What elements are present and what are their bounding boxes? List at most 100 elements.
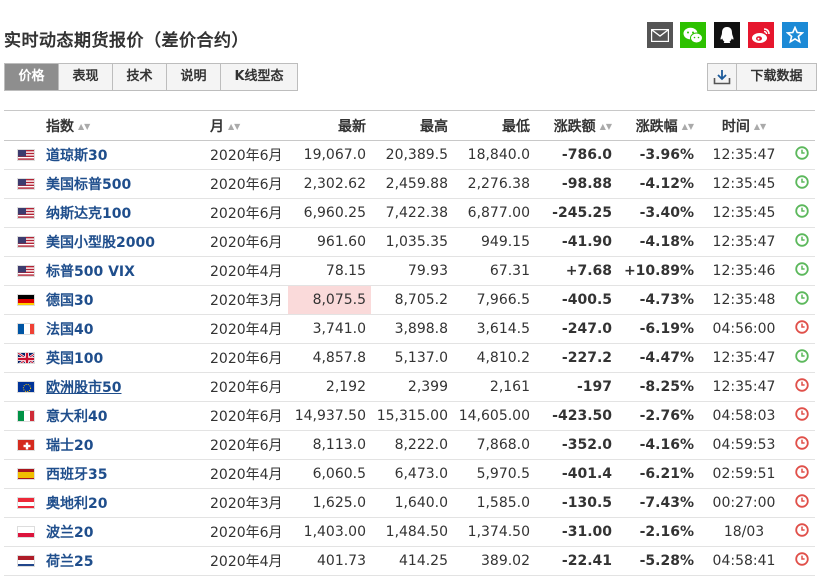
market-closed-clock-icon	[789, 459, 815, 489]
low-price: 6,877.00	[453, 198, 535, 228]
high-price: 5,137.0	[371, 343, 453, 373]
index-name-link[interactable]: 标普500 VIX	[46, 256, 206, 286]
contract-month: 2020年4月	[206, 314, 288, 344]
download-data-button[interactable]: 下载数据	[707, 63, 817, 91]
update-time: 04:58:03	[699, 401, 789, 431]
table-row[interactable]: 美国小型股2000 2020年6月 961.60 1,035.35 949.15 -41.…	[4, 227, 815, 257]
market-closed-clock-icon	[789, 430, 815, 460]
table-row[interactable]: 美国标普500 2020年6月 2,302.62 2,459.88 2,276.38 -9…	[4, 169, 815, 199]
tab-candlestick[interactable]: K线型态	[220, 64, 297, 90]
contract-month: 2020年6月	[206, 430, 288, 460]
change-percent: -8.25%	[617, 372, 699, 402]
change-value: -31.00	[535, 517, 617, 547]
table-row[interactable]: 意大利40 2020年6月 14,937.50 15,315.00 14,605.00-…	[4, 401, 815, 431]
low-price: 2,276.38	[453, 169, 535, 199]
header-last: 最新	[288, 110, 371, 141]
change-percent: -2.16%	[617, 517, 699, 547]
last-price: 3,741.0	[288, 314, 371, 344]
low-price: 7,868.0	[453, 430, 535, 460]
change-percent: -6.19%	[617, 314, 699, 344]
flag-icon-us	[4, 227, 46, 257]
index-name-link[interactable]: 荷兰25	[46, 546, 206, 576]
high-price: 8,222.0	[371, 430, 453, 460]
table-row[interactable]: 瑞士20 2020年6月 8,113.0 8,222.0 7,868.0 -352.0 -4…	[4, 430, 815, 460]
market-open-clock-icon	[789, 343, 815, 373]
table-row[interactable]: 荷兰25 2020年4月 401.73 414.25 389.02 -22.41 -5.28…	[4, 546, 815, 576]
weibo-icon[interactable]	[748, 22, 774, 48]
contract-month: 2020年6月	[206, 401, 288, 431]
wechat-icon[interactable]	[680, 22, 706, 48]
change-percent: -3.96%	[617, 140, 699, 170]
index-name-link[interactable]: 道琼斯30	[46, 140, 206, 170]
change-value: -352.0	[535, 430, 617, 460]
index-name-link[interactable]: 波兰20	[46, 517, 206, 547]
star-icon[interactable]	[782, 22, 808, 48]
tab-price[interactable]: 价格	[5, 64, 58, 90]
index-name-link[interactable]: 西班牙35	[46, 459, 206, 489]
index-name-link[interactable]: 奥地利20	[46, 488, 206, 518]
tab-technical[interactable]: 技术	[112, 64, 166, 90]
low-price: 14,605.00	[453, 401, 535, 431]
update-time: 12:35:47	[699, 140, 789, 170]
index-name-link[interactable]: 法国40	[46, 314, 206, 344]
contract-month: 2020年3月	[206, 488, 288, 518]
table-row[interactable]: 标普500 VIX 2020年4月 78.15 79.93 67.31 +7.68 +10.…	[4, 256, 815, 286]
index-name-link[interactable]: 纳斯达克100	[46, 198, 206, 228]
header-month[interactable]: 月 ▲▼	[206, 110, 288, 141]
change-value: -197	[535, 372, 617, 402]
tab-performance[interactable]: 表现	[58, 64, 112, 90]
header-change-pct[interactable]: 涨跌幅 ▲▼	[617, 110, 699, 141]
table-row[interactable]: 波兰20 2020年6月 1,403.00 1,484.50 1,374.50 -31.0…	[4, 517, 815, 547]
table-row[interactable]: 法国40 2020年4月 3,741.0 3,898.8 3,614.5 -247.0 -6…	[4, 314, 815, 344]
high-price: 7,422.38	[371, 198, 453, 228]
index-name-link[interactable]: 意大利40	[46, 401, 206, 431]
high-price: 79.93	[371, 256, 453, 286]
header-change[interactable]: 涨跌额 ▲▼	[535, 110, 617, 141]
change-percent: -4.16%	[617, 430, 699, 460]
high-price: 3,898.8	[371, 314, 453, 344]
high-price: 15,315.00	[371, 401, 453, 431]
contract-month: 2020年6月	[206, 198, 288, 228]
market-open-clock-icon	[789, 198, 815, 228]
low-price: 67.31	[453, 256, 535, 286]
qq-icon[interactable]	[714, 22, 740, 48]
header-flag	[4, 110, 46, 141]
tab-description[interactable]: 说明	[166, 64, 220, 90]
contract-month: 2020年6月	[206, 169, 288, 199]
index-name-link[interactable]: 美国小型股2000	[46, 227, 206, 257]
flag-icon-eu	[4, 372, 46, 402]
flag-icon-fr	[4, 314, 46, 344]
table-row[interactable]: 德国30 2020年3月 8,075.5 8,705.2 7,966.5 -400.5 -4…	[4, 285, 815, 315]
table-row[interactable]: 英国100 2020年6月 4,857.8 5,137.0 4,810.2 -227.2-…	[4, 343, 815, 373]
change-percent: -6.21%	[617, 459, 699, 489]
table-row[interactable]: 纳斯达克100 2020年6月 6,960.25 7,422.38 6,877.00 -2…	[4, 198, 815, 228]
last-price: 401.73	[288, 546, 371, 576]
page-title: 实时动态期货报价（差价合约）	[4, 31, 249, 51]
flag-icon-es	[4, 459, 46, 489]
table-row[interactable]: 道琼斯30 2020年6月 19,067.0 20,389.5 18,840.0 -786…	[4, 140, 815, 170]
change-value: -401.4	[535, 459, 617, 489]
index-name-link[interactable]: 英国100	[46, 343, 206, 373]
table-row[interactable]: 奥地利20 2020年3月 1,625.0 1,640.0 1,585.0 -130.5-…	[4, 488, 815, 518]
update-time: 12:35:47	[699, 343, 789, 373]
high-price: 6,473.0	[371, 459, 453, 489]
index-name-link[interactable]: 欧洲股市50	[46, 372, 206, 402]
change-value: +7.68	[535, 256, 617, 286]
header-index[interactable]: 指数 ▲▼	[46, 110, 206, 141]
market-open-clock-icon	[789, 169, 815, 199]
table-row[interactable]: 西班牙35 2020年4月 6,060.5 6,473.0 5,970.5 -401.4-…	[4, 459, 815, 489]
last-price: 4,857.8	[288, 343, 371, 373]
index-name-link[interactable]: 瑞士20	[46, 430, 206, 460]
index-name-link[interactable]: 美国标普500	[46, 169, 206, 199]
market-closed-clock-icon	[789, 314, 815, 344]
header-status	[789, 110, 815, 141]
high-price: 1,484.50	[371, 517, 453, 547]
high-price: 1,640.0	[371, 488, 453, 518]
index-name-link[interactable]: 德国30	[46, 285, 206, 315]
flag-icon-ch	[4, 430, 46, 460]
last-price: 2,302.62	[288, 169, 371, 199]
header-time[interactable]: 时间 ▲▼	[699, 110, 789, 141]
table-row[interactable]: 欧洲股市50 2020年6月 2,192 2,399 2,161 -197 -8.25% 12…	[4, 372, 815, 402]
email-icon[interactable]	[647, 22, 673, 48]
flag-icon-pl	[4, 517, 46, 547]
